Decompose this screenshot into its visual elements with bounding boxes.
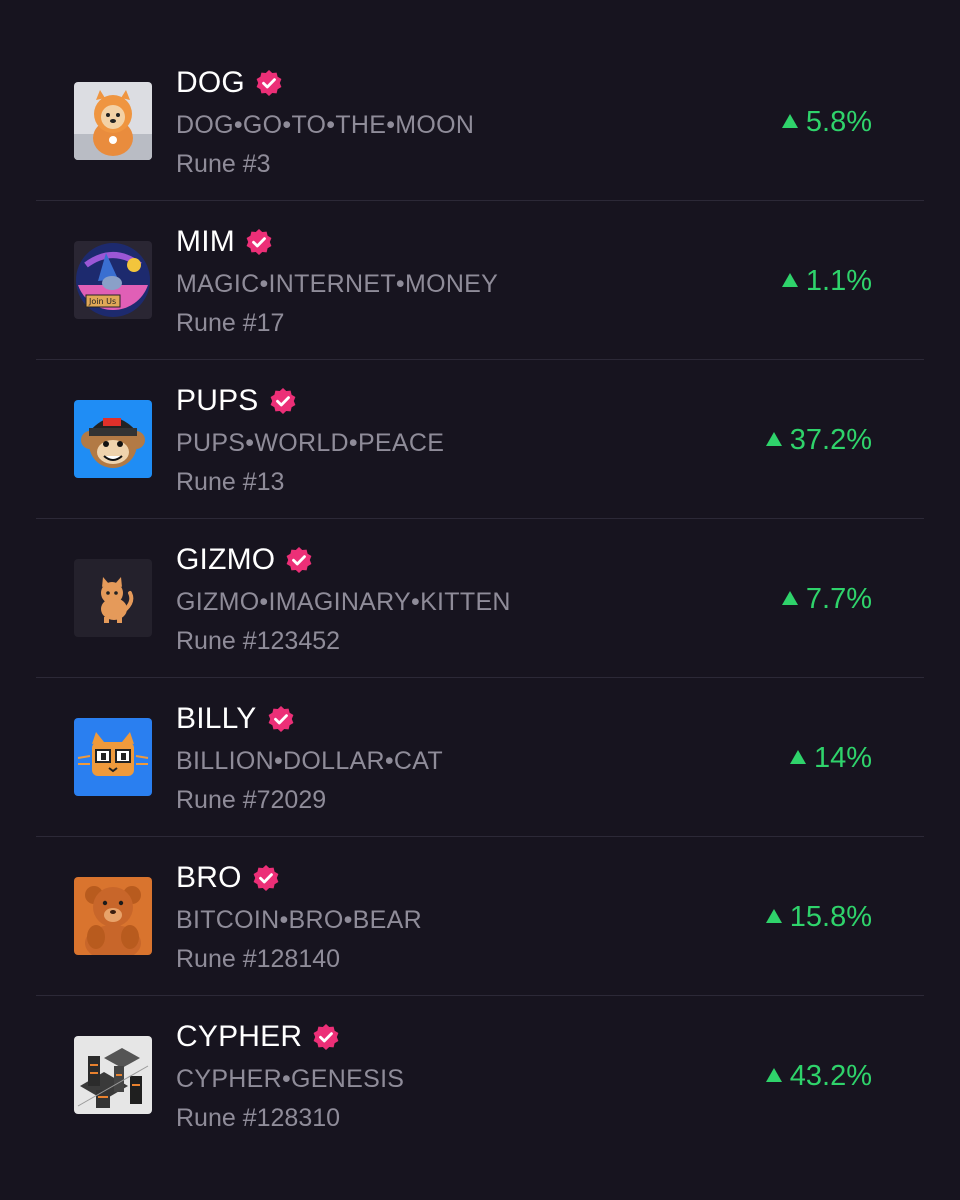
rune-info: BILLY BILLION•DOLLAR•CAT Rune #72029 [176,700,443,819]
rune-info: PUPS PUPS•WORLD•PEACE Rune #13 [176,382,444,501]
list-item[interactable]: BRO BITCOIN•BRO•BEAR Rune #128140 15.8% [36,837,924,996]
isometric-city-avatar-icon [74,1036,152,1114]
rune-ticker: PUPS [176,384,259,417]
list-item[interactable]: Join Us MIM MAGIC•INTERNET•MONEY Rune #1… [36,201,924,360]
rune-full-name: MAGIC•INTERNET•MONEY [176,270,499,298]
rune-full-name: GIZMO•IMAGINARY•KITTEN [176,588,511,616]
price-change: 37.2% [765,422,872,458]
rune-full-name: PUPS•WORLD•PEACE [176,429,445,457]
rune-info: DOG DOG•GO•TO•THE•MOON Rune #3 [176,64,474,183]
wizard-join-us-avatar-icon: Join Us [74,241,152,319]
triangle-up-icon [789,750,806,764]
rune-info: GIZMO GIZMO•IMAGINARY•KITTEN Rune #12345… [176,541,511,660]
rune-number: Rune #128140 [176,945,341,973]
dog-hoodie-avatar-icon [74,82,152,160]
list-item[interactable]: CYPHER CYPHER•GENESIS Rune #128310 43.2% [36,996,924,1155]
verified-badge-icon [252,864,280,892]
svg-text:Join Us: Join Us [88,297,116,306]
rune-full-name: BITCOIN•BRO•BEAR [176,906,422,934]
verified-badge-icon [245,228,273,256]
rune-number: Rune #123452 [176,627,341,655]
price-change-value: 37.2% [789,424,872,456]
rune-info: MIM MAGIC•INTERNET•MONEY Rune #17 [176,223,498,342]
price-change-value: 5.8% [805,106,872,138]
rune-ticker: MIM [176,225,235,258]
orange-kitten-avatar-icon [74,559,152,637]
verified-badge-icon [312,1023,340,1051]
verified-badge-icon [267,705,295,733]
verified-badge-icon [255,69,283,97]
cat-face-avatar-icon [74,718,152,796]
rune-full-name: BILLION•DOLLAR•CAT [176,747,443,775]
triangle-up-icon [765,909,782,923]
rune-full-name: CYPHER•GENESIS [176,1065,405,1093]
price-change-value: 7.7% [805,583,872,615]
rune-number: Rune #72029 [176,786,327,814]
rune-ticker: BILLY [176,702,257,735]
triangle-up-icon [765,1068,782,1082]
price-change: 5.8% [781,104,872,140]
rune-ticker: BRO [176,861,242,894]
price-change: 1.1% [781,263,872,299]
plush-bear-avatar-icon [74,877,152,955]
price-change: 7.7% [781,581,872,617]
verified-badge-icon [269,387,297,415]
price-change: 43.2% [765,1058,872,1094]
rune-list: DOG DOG•GO•TO•THE•MOON Rune #3 5.8% Join… [36,42,924,1155]
list-item[interactable]: DOG DOG•GO•TO•THE•MOON Rune #3 5.8% [36,42,924,201]
rune-number: Rune #17 [176,309,285,337]
triangle-up-icon [781,591,798,605]
rune-number: Rune #128310 [176,1104,341,1132]
triangle-up-icon [781,273,798,287]
rune-number: Rune #13 [176,468,285,496]
rune-ticker: DOG [176,66,245,99]
rune-info: CYPHER CYPHER•GENESIS Rune #128310 [176,1018,404,1137]
list-item[interactable]: PUPS PUPS•WORLD•PEACE Rune #13 37.2% [36,360,924,519]
price-change: 14% [789,740,872,776]
price-change: 15.8% [765,899,872,935]
rune-full-name: DOG•GO•TO•THE•MOON [176,111,475,139]
list-item[interactable]: GIZMO GIZMO•IMAGINARY•KITTEN Rune #12345… [36,519,924,678]
list-item[interactable]: BILLY BILLION•DOLLAR•CAT Rune #72029 14% [36,678,924,837]
rune-info: BRO BITCOIN•BRO•BEAR Rune #128140 [176,859,422,978]
price-change-value: 43.2% [789,1060,872,1092]
price-change-value: 14% [813,742,872,774]
price-change-value: 1.1% [805,265,872,297]
price-change-value: 15.8% [789,901,872,933]
verified-badge-icon [285,546,313,574]
triangle-up-icon [781,114,798,128]
pups-monkey-beanie-avatar-icon [74,400,152,478]
triangle-up-icon [765,432,782,446]
rune-number: Rune #3 [176,150,271,178]
rune-ticker: CYPHER [176,1020,303,1053]
rune-ticker: GIZMO [176,543,276,576]
